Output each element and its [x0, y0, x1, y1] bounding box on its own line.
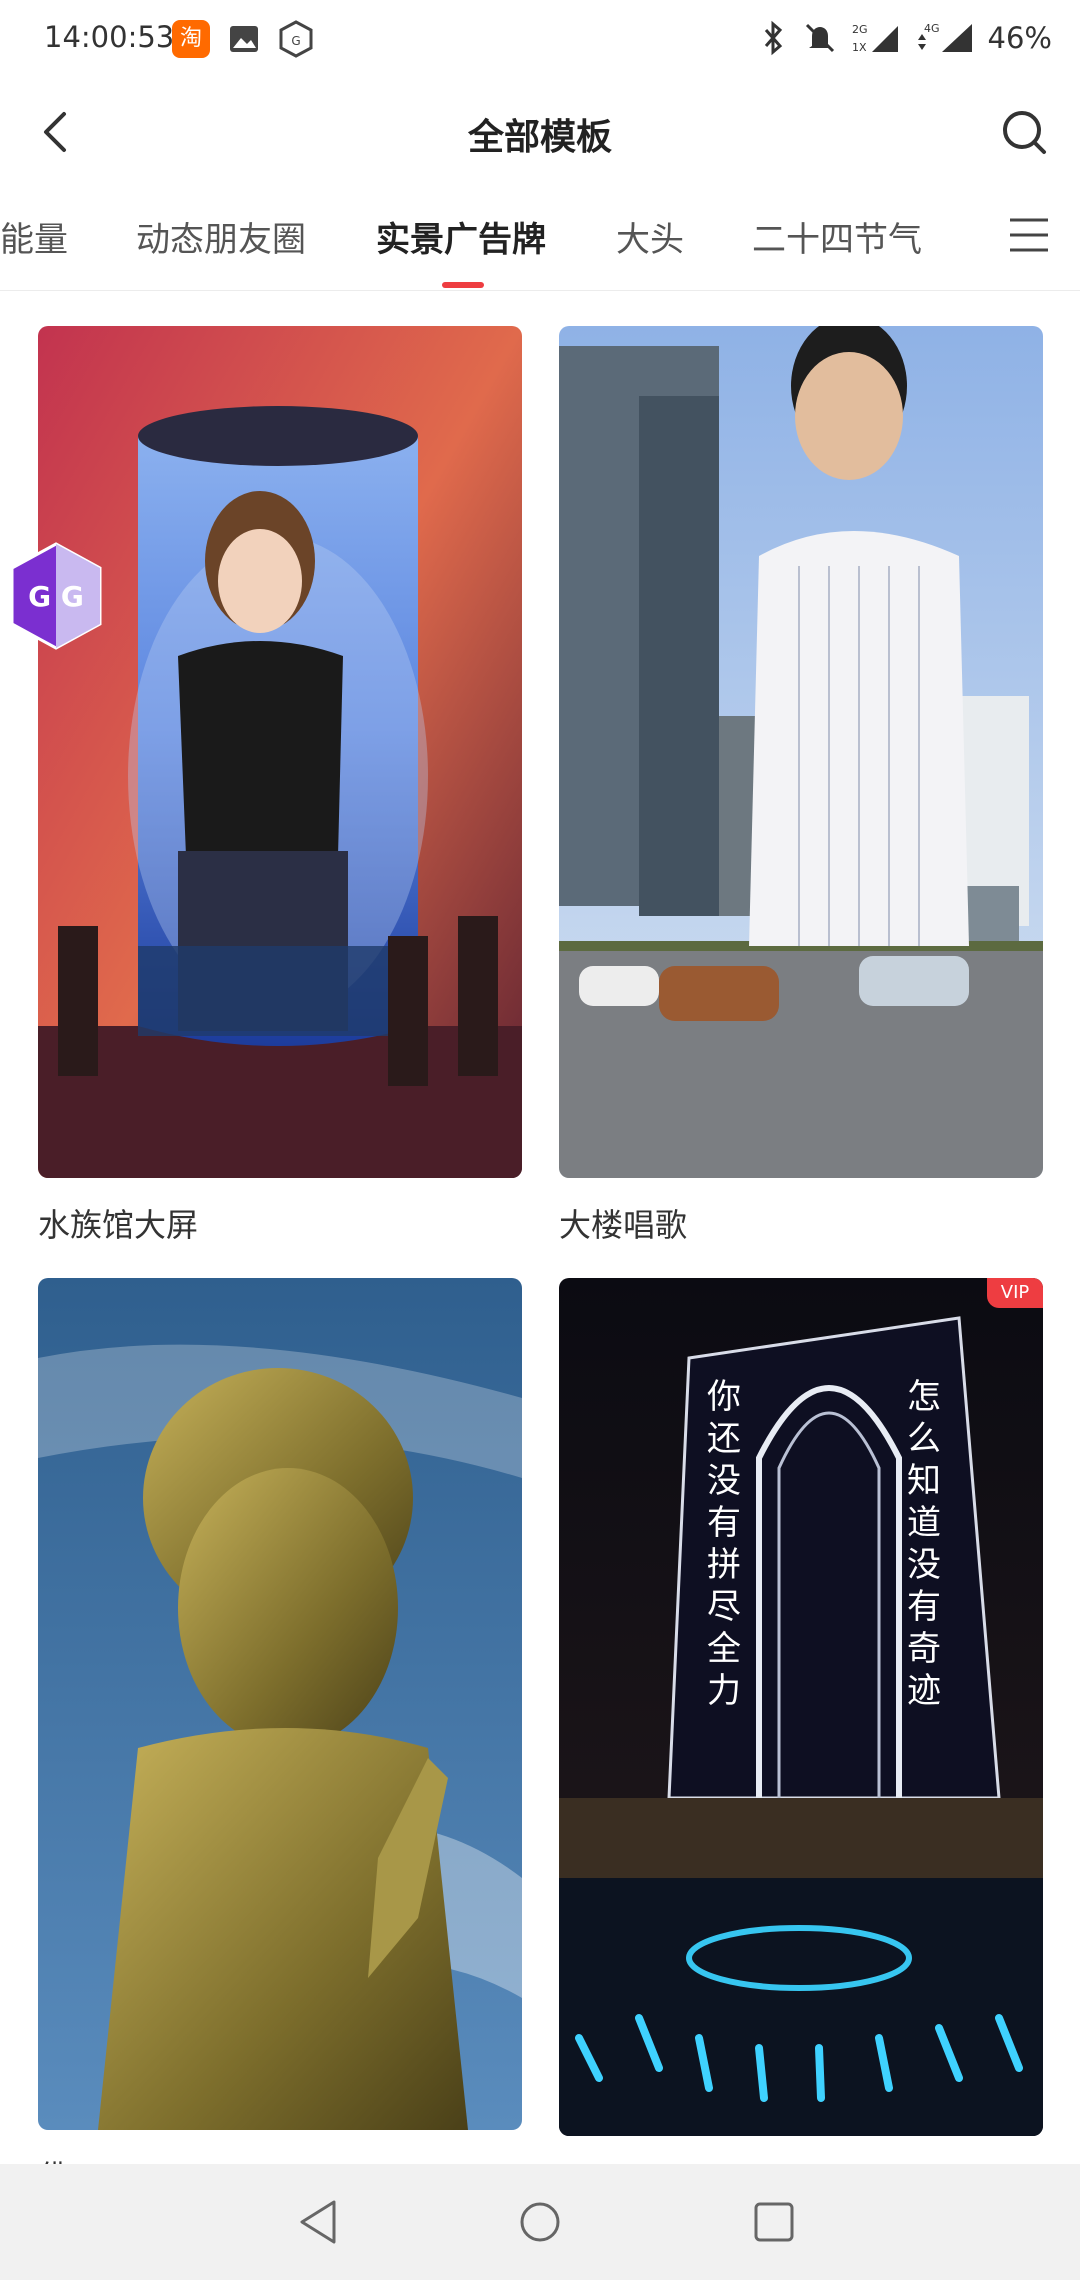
svg-text:4G: 4G: [924, 22, 940, 35]
vip-badge: VIP: [987, 1278, 1043, 1308]
back-triangle-icon[interactable]: [290, 2194, 346, 2250]
header: 全部模板: [0, 80, 1080, 184]
template-title: 水族馆大屏: [38, 1206, 199, 1244]
template-thumbnail[interactable]: [38, 326, 522, 1178]
mute-bell-icon: [805, 23, 834, 53]
template-card[interactable]: 水族馆大屏: [38, 326, 522, 1244]
page-title: 全部模板: [467, 117, 612, 158]
recents-square-icon[interactable]: [746, 2194, 802, 2250]
taobao-icon: 淘: [172, 20, 210, 58]
svg-text:1X: 1X: [852, 41, 867, 54]
floating-gg-icon[interactable]: G G: [8, 540, 104, 652]
aquarium-screen-image: [38, 326, 522, 1178]
template-card[interactable]: 大楼唱歌: [559, 326, 1043, 1244]
template-title: 大楼唱歌: [559, 1206, 688, 1244]
status-bar: 14:00:53 淘 G 2G 1X 4G 46%: [0, 0, 1080, 80]
tab-live-billboard[interactable]: 实景广告牌: [376, 212, 546, 261]
battery-level: 46%: [987, 21, 1052, 55]
gallery-icon: [230, 26, 258, 52]
tab-energy[interactable]: 能量: [0, 212, 68, 261]
gg-icon: G: [279, 20, 313, 58]
bluetooth-icon: [764, 20, 782, 56]
signal-2g-icon: 2G 1X: [852, 23, 898, 54]
template-thumbnail[interactable]: 你还没有拼尽全力 怎么知道没有奇迹 VIP: [559, 1278, 1043, 2136]
building-singing-image: [559, 326, 1043, 1178]
tab-dynamic-moments[interactable]: 动态朋友圈: [136, 212, 306, 261]
active-tab-indicator: [442, 282, 484, 288]
status-right: 2G 1X 4G 46%: [758, 16, 1052, 60]
svg-text:G: G: [291, 34, 300, 48]
search-icon[interactable]: [994, 102, 1054, 162]
home-circle-icon[interactable]: [512, 2194, 568, 2250]
template-thumbnail[interactable]: [38, 1278, 522, 2130]
gg-label: G G: [28, 580, 84, 613]
buddha-image: [38, 1278, 522, 2130]
menu-icon[interactable]: [1004, 210, 1054, 260]
status-time: 14:00:53: [44, 20, 175, 54]
template-thumbnail[interactable]: [559, 326, 1043, 1178]
category-tabs: 能量 动态朋友圈 实景广告牌 大头 二十四节气: [0, 184, 1080, 291]
night-arch-image: 你还没有拼尽全力 怎么知道没有奇迹: [559, 1278, 1043, 2136]
template-card[interactable]: 你还没有拼尽全力 怎么知道没有奇迹 VIP: [559, 1278, 1043, 2198]
signal-4g-icon: 4G: [917, 22, 972, 52]
template-card[interactable]: 佛: [38, 1278, 522, 2196]
tab-big-head[interactable]: 大头: [616, 212, 684, 261]
svg-text:2G: 2G: [852, 23, 868, 36]
system-nav-bar: [0, 2164, 1080, 2280]
tab-solar-terms[interactable]: 二十四节气: [752, 212, 922, 261]
